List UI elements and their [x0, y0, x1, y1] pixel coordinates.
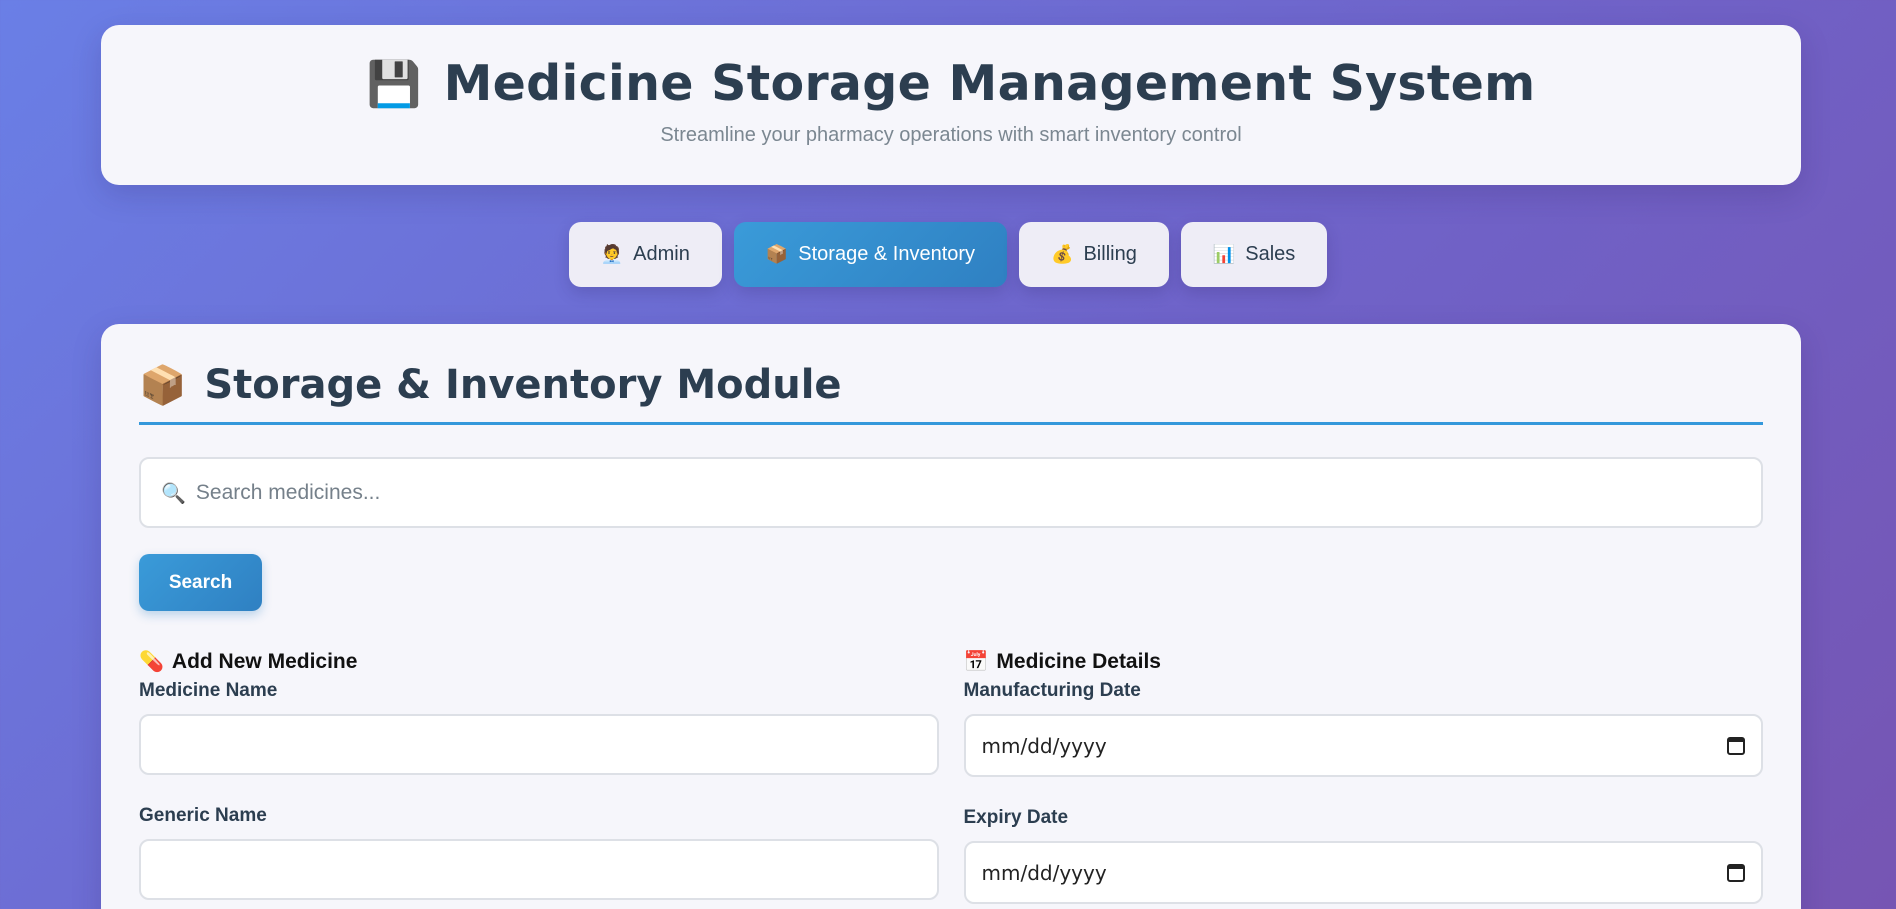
hospital-storage-icon: 💾 — [366, 58, 422, 110]
module-card: 📦 Storage & Inventory Module 🔍 Search 💊 … — [101, 324, 1801, 909]
module-tabs: 🧑‍💼 Admin 📦 Storage & Inventory 💰 Billin… — [0, 222, 1896, 287]
generic-name-label: Generic Name — [139, 805, 267, 826]
manufacturing-date-label: Manufacturing Date — [963, 680, 1141, 701]
tab-sales-label: Sales — [1245, 243, 1296, 265]
admin-person-icon: 🧑‍💼 — [600, 244, 624, 264]
search-input[interactable] — [195, 459, 1741, 526]
expiry-date-field[interactable]: mm/dd/yyyy — [963, 841, 1763, 904]
medicine-details-heading: 📅 Medicine Details — [964, 649, 1764, 674]
tab-sales[interactable]: 📊 Sales — [1180, 222, 1328, 287]
tab-admin[interactable]: 🧑‍💼 Admin — [568, 222, 722, 287]
generic-name-field[interactable] — [139, 839, 939, 900]
manufacturing-date-placeholder: mm/dd/yyyy — [981, 733, 1107, 758]
tab-billing[interactable]: 💰 Billing — [1019, 222, 1169, 287]
bar-chart-icon: 📊 — [1212, 244, 1236, 264]
calendar-picker-icon[interactable] — [1727, 863, 1745, 882]
package-icon: 📦 — [139, 362, 187, 407]
page-title: 💾 Medicine Storage Management System — [101, 55, 1801, 112]
add-medicine-heading: 💊 Add New Medicine — [139, 649, 939, 674]
medicine-details-title: Medicine Details — [996, 649, 1161, 673]
add-medicine-section: 💊 Add New Medicine Medicine Name Generic… — [139, 649, 939, 904]
expiry-date-placeholder: mm/dd/yyyy — [981, 860, 1107, 885]
pill-icon: 💊 — [139, 651, 164, 673]
module-title-text: Storage & Inventory Module — [204, 362, 842, 408]
package-icon: 📦 — [765, 244, 789, 264]
tab-admin-label: Admin — [633, 243, 690, 265]
tab-storage-inventory[interactable]: 📦 Storage & Inventory — [733, 222, 1008, 287]
add-medicine-title: Add New Medicine — [171, 649, 358, 673]
money-bag-icon: 💰 — [1051, 244, 1074, 264]
page-title-text: Medicine Storage Management System — [443, 55, 1536, 112]
calendar-icon: 📅 — [963, 651, 989, 673]
tab-billing-label: Billing — [1083, 243, 1137, 265]
medicine-name-label: Medicine Name — [139, 680, 278, 701]
calendar-picker-icon[interactable] — [1727, 736, 1745, 755]
expiry-date-label: Expiry Date — [963, 807, 1069, 828]
medicine-form: 💊 Add New Medicine Medicine Name Generic… — [139, 649, 1763, 904]
header-card: 💾 Medicine Storage Management System Str… — [101, 25, 1801, 185]
tab-storage-inventory-label: Storage & Inventory — [798, 243, 976, 265]
manufacturing-date-field[interactable]: mm/dd/yyyy — [963, 714, 1763, 777]
search-button[interactable]: Search — [139, 554, 262, 611]
medicine-name-field[interactable] — [139, 714, 939, 775]
medicine-details-section: 📅 Medicine Details Manufacturing Date mm… — [963, 649, 1764, 904]
search-box: 🔍 — [139, 457, 1763, 528]
module-title: 📦 Storage & Inventory Module — [139, 362, 1763, 425]
search-icon: 🔍 — [161, 480, 186, 505]
page-subtitle: Streamline your pharmacy operations with… — [660, 124, 1242, 146]
